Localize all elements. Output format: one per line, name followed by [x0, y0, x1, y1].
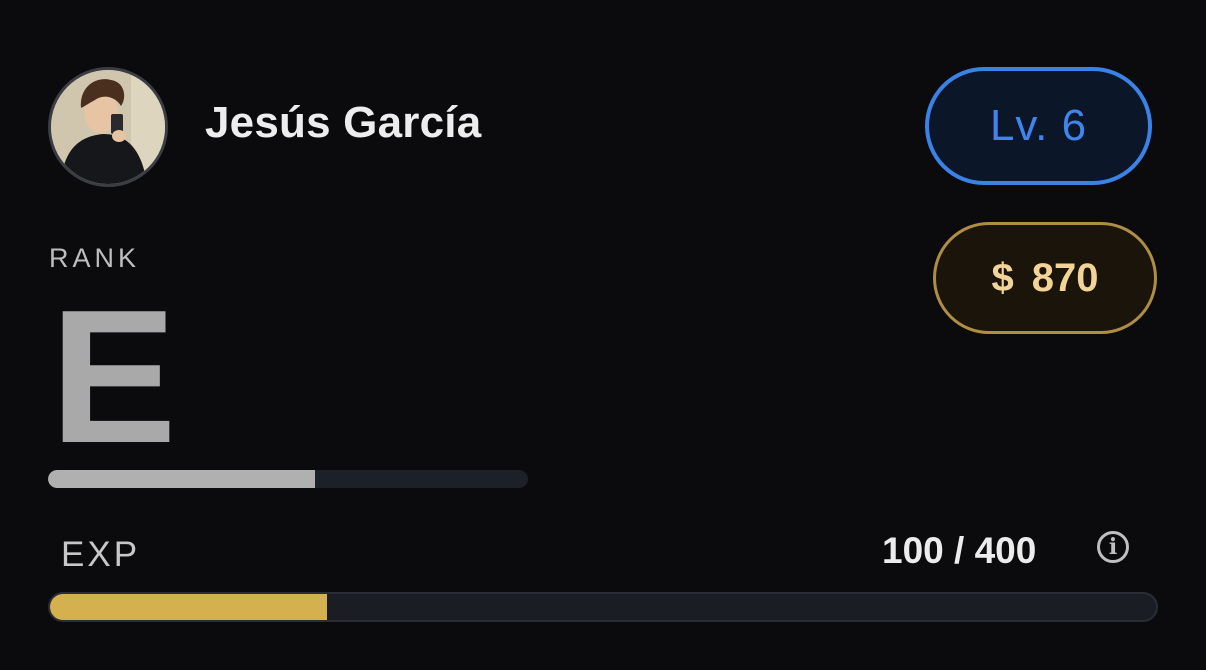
- currency-badge[interactable]: $ 870: [933, 222, 1157, 334]
- avatar[interactable]: [48, 67, 168, 187]
- rank-label: RANK: [49, 243, 141, 273]
- level-badge[interactable]: Lv. 6: [925, 67, 1152, 185]
- info-icon[interactable]: i: [1097, 531, 1129, 563]
- rank-progress-bar: [48, 470, 528, 488]
- avatar-image: [51, 70, 165, 184]
- rank-value: E: [50, 271, 177, 483]
- currency-amount: 870: [1031, 255, 1099, 300]
- exp-progress-bar: [48, 592, 1158, 622]
- user-name: Jesús García: [205, 98, 482, 147]
- exp-value: 100 / 400: [882, 530, 1037, 571]
- dollar-icon: $: [991, 255, 1014, 300]
- exp-progress-fill: [50, 594, 327, 620]
- level-label: Lv. 6: [989, 101, 1088, 150]
- rank-progress-fill: [48, 470, 316, 488]
- exp-label: EXP: [61, 535, 141, 574]
